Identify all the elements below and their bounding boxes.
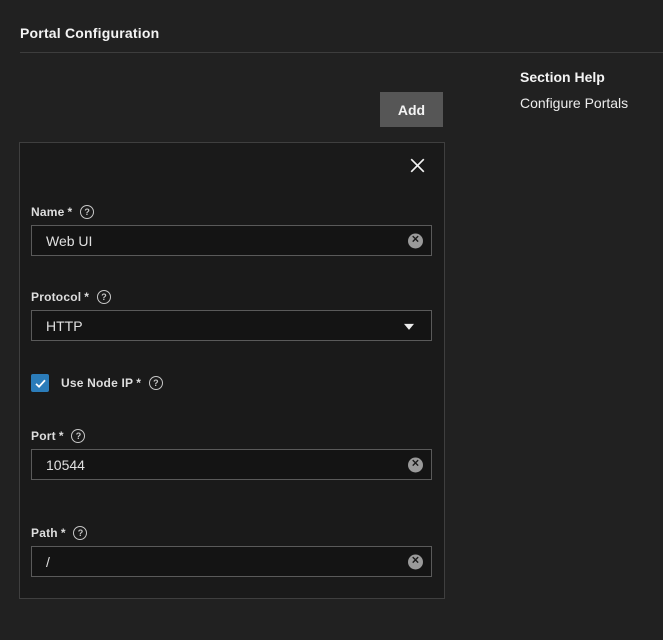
name-input[interactable]	[31, 225, 432, 256]
port-input[interactable]	[31, 449, 432, 480]
protocol-label-row: Protocol * ?	[31, 289, 432, 304]
help-icon[interactable]: ?	[71, 429, 85, 443]
clear-port-icon[interactable]: ✕	[408, 457, 423, 472]
required-marker: *	[136, 376, 141, 390]
name-input-wrap: ✕	[31, 225, 432, 256]
protocol-dropdown[interactable]: HTTP	[31, 310, 432, 341]
path-input-wrap: ✕	[31, 546, 432, 577]
close-button[interactable]	[404, 152, 430, 178]
checkmark-icon	[34, 377, 47, 390]
help-icon[interactable]: ?	[149, 376, 163, 390]
portal-configuration-page: Portal Configuration Add Section Help Co…	[0, 0, 663, 640]
path-label: Path	[31, 526, 58, 540]
name-label-row: Name * ?	[31, 204, 432, 219]
section-help-text: Configure Portals	[520, 95, 628, 111]
header-divider	[20, 52, 663, 53]
page-title: Portal Configuration	[20, 25, 159, 41]
path-input[interactable]	[31, 546, 432, 577]
path-label-row: Path * ?	[31, 525, 432, 540]
required-marker: *	[84, 290, 89, 304]
required-marker: *	[67, 205, 72, 219]
protocol-label: Protocol	[31, 290, 81, 304]
use-node-ip-row: Use Node IP * ?	[31, 374, 163, 392]
port-label-row: Port * ?	[31, 428, 432, 443]
path-field-group: Path * ? ✕	[31, 525, 432, 577]
clear-name-icon[interactable]: ✕	[408, 233, 423, 248]
port-field-group: Port * ? ✕	[31, 428, 432, 480]
help-icon[interactable]: ?	[80, 205, 94, 219]
close-icon	[408, 156, 427, 175]
port-label: Port	[31, 429, 56, 443]
protocol-selected-value: HTTP	[46, 318, 83, 334]
name-label: Name	[31, 205, 64, 219]
help-icon[interactable]: ?	[73, 526, 87, 540]
help-icon[interactable]: ?	[97, 290, 111, 304]
section-help: Section Help Configure Portals	[520, 69, 628, 111]
name-field-group: Name * ? ✕	[31, 204, 432, 256]
section-help-title: Section Help	[520, 69, 628, 85]
use-node-ip-label: Use Node IP	[61, 376, 133, 390]
required-marker: *	[61, 526, 66, 540]
add-button[interactable]: Add	[380, 92, 443, 127]
required-marker: *	[59, 429, 64, 443]
use-node-ip-checkbox[interactable]	[31, 374, 49, 392]
port-input-wrap: ✕	[31, 449, 432, 480]
portal-form-panel: Name * ? ✕ Protocol * ? HTTP	[19, 142, 445, 599]
chevron-down-icon	[404, 323, 414, 329]
clear-path-icon[interactable]: ✕	[408, 554, 423, 569]
protocol-field-group: Protocol * ? HTTP	[31, 289, 432, 341]
